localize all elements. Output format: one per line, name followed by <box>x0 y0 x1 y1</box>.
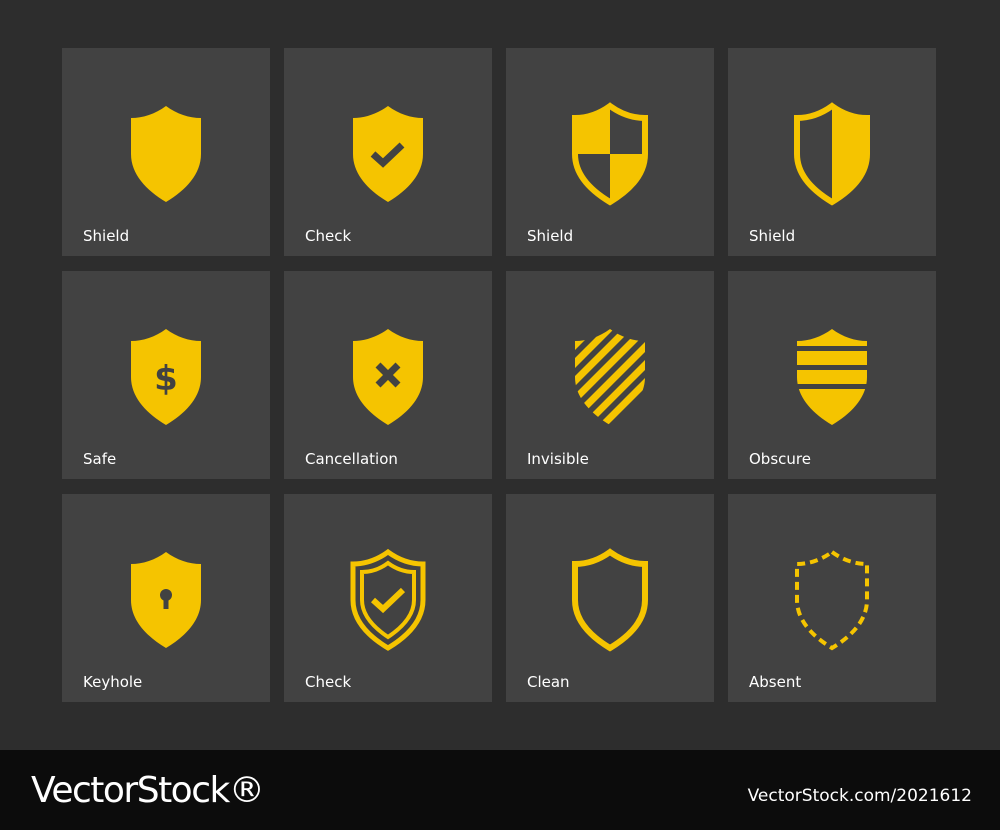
icon-grid: Shield Check Shield Shield $ Safe Cancel… <box>62 48 936 702</box>
shield-outline-icon <box>572 548 648 652</box>
tile-label: Safe <box>83 450 117 468</box>
shield-keyhole-icon <box>131 552 201 648</box>
shield-check-solid-icon <box>353 106 423 202</box>
shield-solid-icon <box>131 106 201 202</box>
shield-check-outline-icon <box>350 548 426 651</box>
tile-label: Absent <box>749 673 802 691</box>
image-id: VectorStock.com/2021612 <box>747 786 972 806</box>
icon-tile: Shield <box>506 48 714 256</box>
shield-diagonal-stripes-icon <box>575 329 645 425</box>
icon-tile: Cancellation <box>284 271 492 479</box>
tile-label: Check <box>305 227 352 245</box>
icon-tile: Invisible <box>506 271 714 479</box>
shield-quarters-icon <box>572 102 648 206</box>
icon-tile: Obscure <box>728 271 936 479</box>
brand-logo: VectorStock® <box>31 770 265 811</box>
icon-tile: Check <box>284 48 492 256</box>
tile-label: Clean <box>527 673 570 691</box>
tile-label: Obscure <box>749 450 811 468</box>
icon-tile: Check <box>284 494 492 702</box>
icon-tile: $ Safe <box>62 271 270 479</box>
tile-label: Shield <box>83 227 130 245</box>
icon-tile: Clean <box>506 494 714 702</box>
icon-tile: Shield <box>62 48 270 256</box>
icon-tile: Absent <box>728 494 936 702</box>
shield-horizontal-stripes-icon <box>797 329 867 425</box>
icon-tile: Shield <box>728 48 936 256</box>
shield-half-icon <box>794 102 870 206</box>
tile-label: Shield <box>527 227 574 245</box>
svg-text:$: $ <box>154 359 178 399</box>
footer-bar: VectorStock® VectorStock.com/2021612 <box>0 750 1000 830</box>
shield-dollar-icon: $ <box>131 329 201 425</box>
tile-label: Shield <box>749 227 796 245</box>
tile-label: Invisible <box>527 450 589 468</box>
tile-label: Cancellation <box>305 450 398 468</box>
shield-cross-icon <box>353 329 423 425</box>
icon-tile: Keyhole <box>62 494 270 702</box>
tile-label: Keyhole <box>83 673 143 691</box>
shield-dashed-icon <box>795 549 869 651</box>
tile-label: Check <box>305 673 352 691</box>
